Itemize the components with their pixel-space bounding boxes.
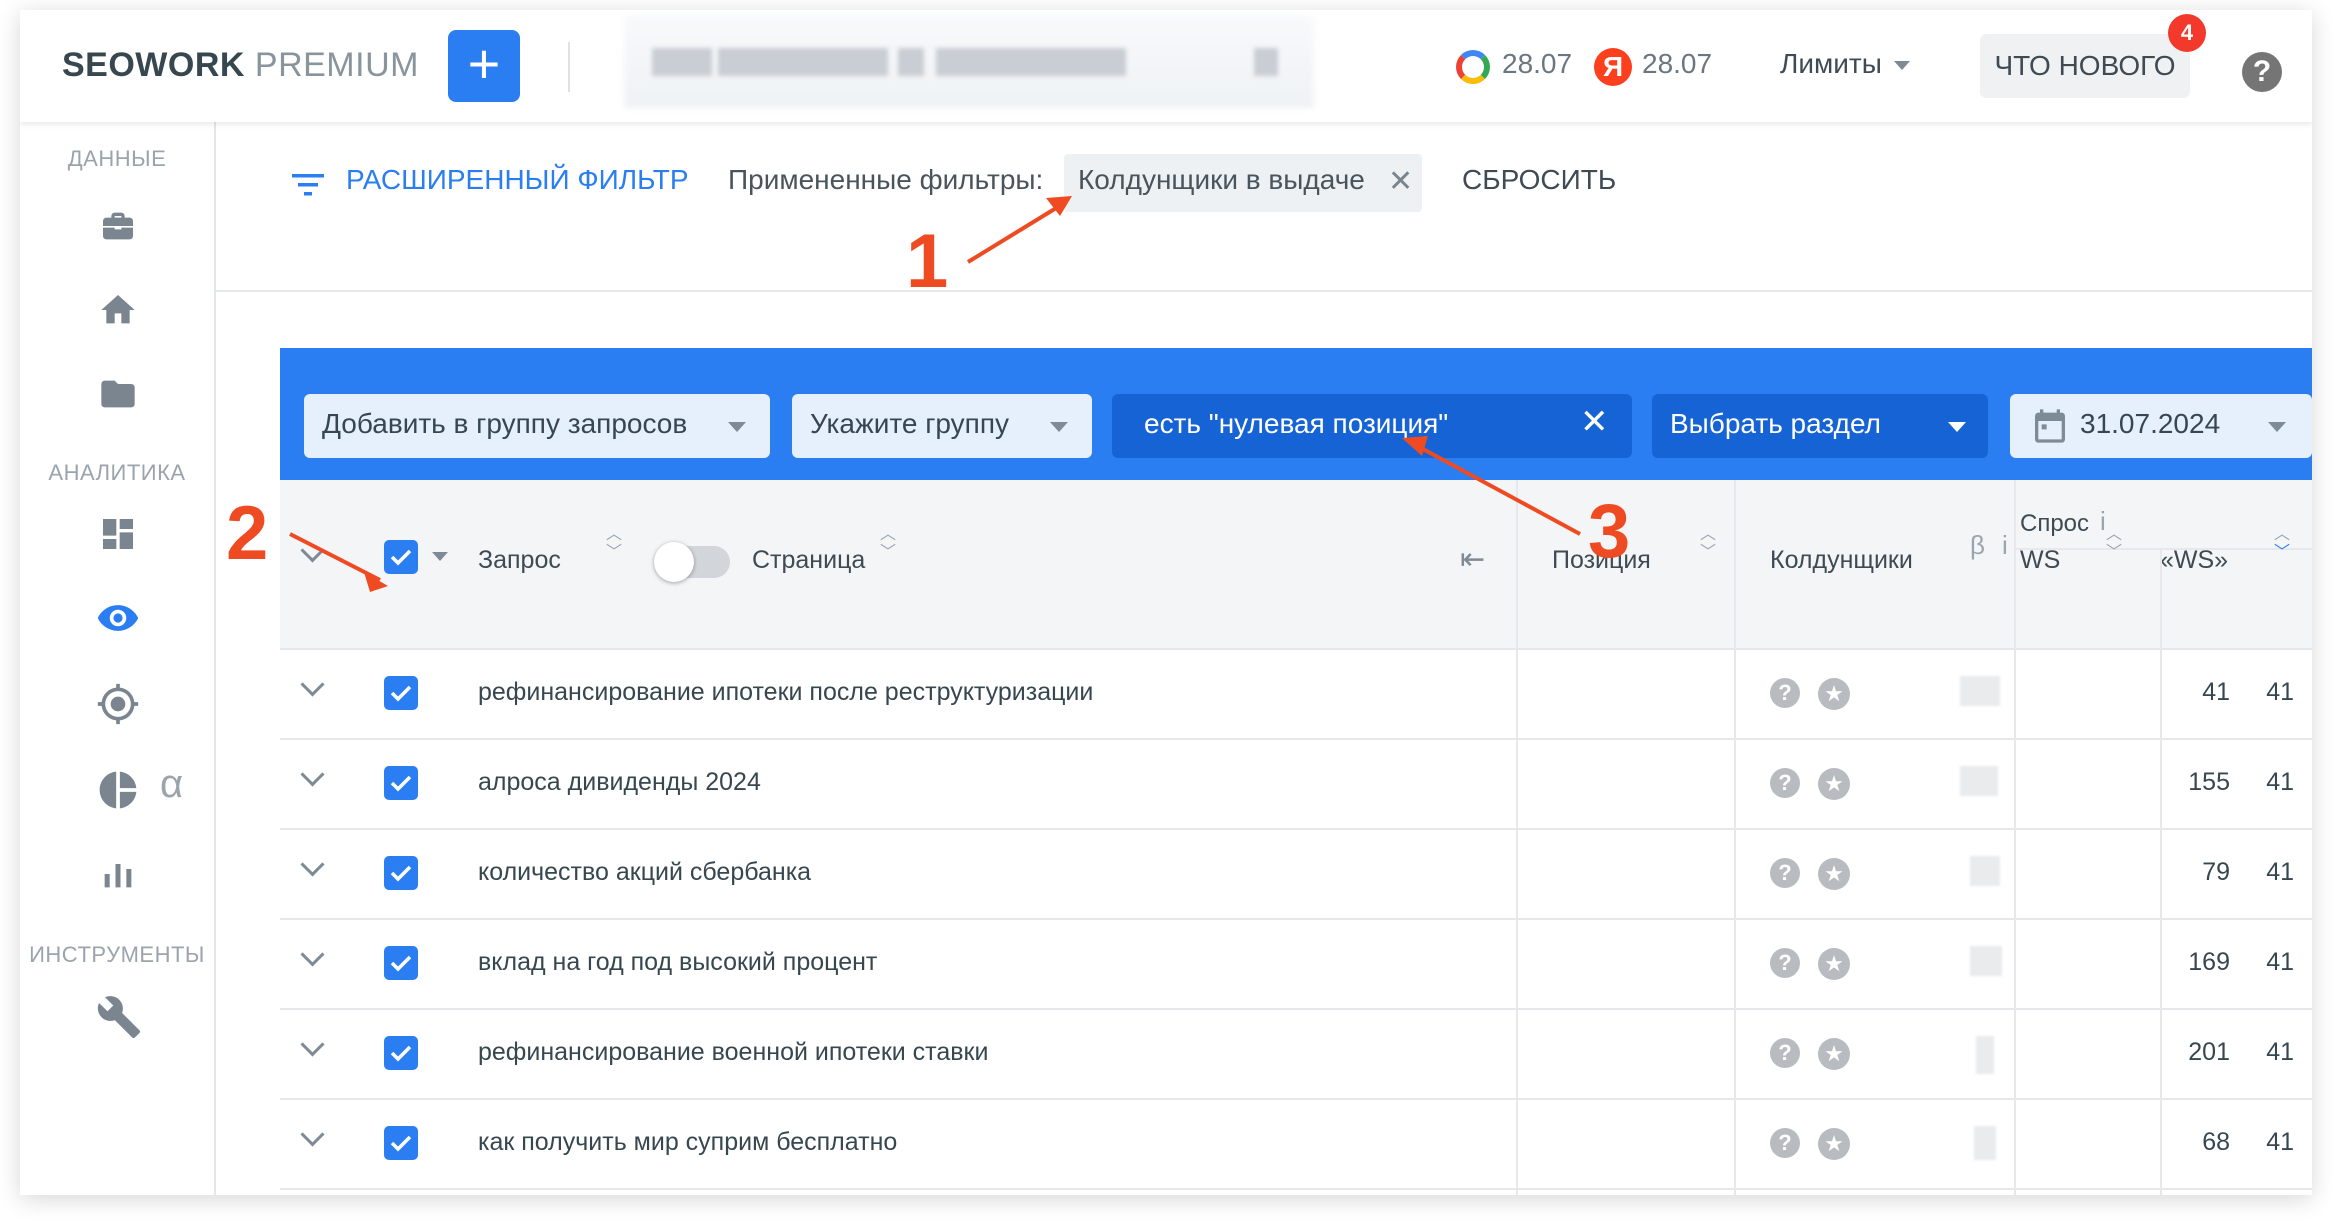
annotation-1: 1 [906, 219, 949, 304]
whats-new-button[interactable]: ЧТО НОВОГО [1980, 34, 2190, 98]
app-logo[interactable]: SEOWORK PREMIUM [62, 46, 419, 85]
redacted-bar [898, 48, 924, 76]
top-header: SEOWORK PREMIUM + 28.07 Я 28.07 Лимиты Ч… [20, 10, 2312, 122]
add-button[interactable]: + [448, 30, 520, 102]
google-icon [1456, 50, 1490, 84]
notification-badge: 4 [2168, 14, 2206, 52]
redacted-bar [1254, 48, 1278, 76]
app-window: SEOWORK PREMIUM + 28.07 Я 28.07 Лимиты Ч… [20, 10, 2312, 1195]
limits-dropdown[interactable]: Лимиты [1780, 48, 1910, 80]
chevron-down-icon [1893, 61, 1910, 71]
header-divider [568, 42, 570, 92]
redacted-bar [718, 48, 888, 76]
yandex-icon: Я [1594, 48, 1632, 86]
annotation-2: 2 [226, 491, 269, 576]
redacted-bar [652, 48, 712, 76]
redacted-bar [936, 48, 1126, 76]
yandex-update-date: 28.07 [1642, 48, 1713, 79]
google-update-date: 28.07 [1502, 48, 1573, 79]
help-icon[interactable]: ? [2242, 52, 2282, 92]
annotation-arrows [289, 196, 1581, 592]
annotation-3: 3 [1588, 489, 1631, 574]
